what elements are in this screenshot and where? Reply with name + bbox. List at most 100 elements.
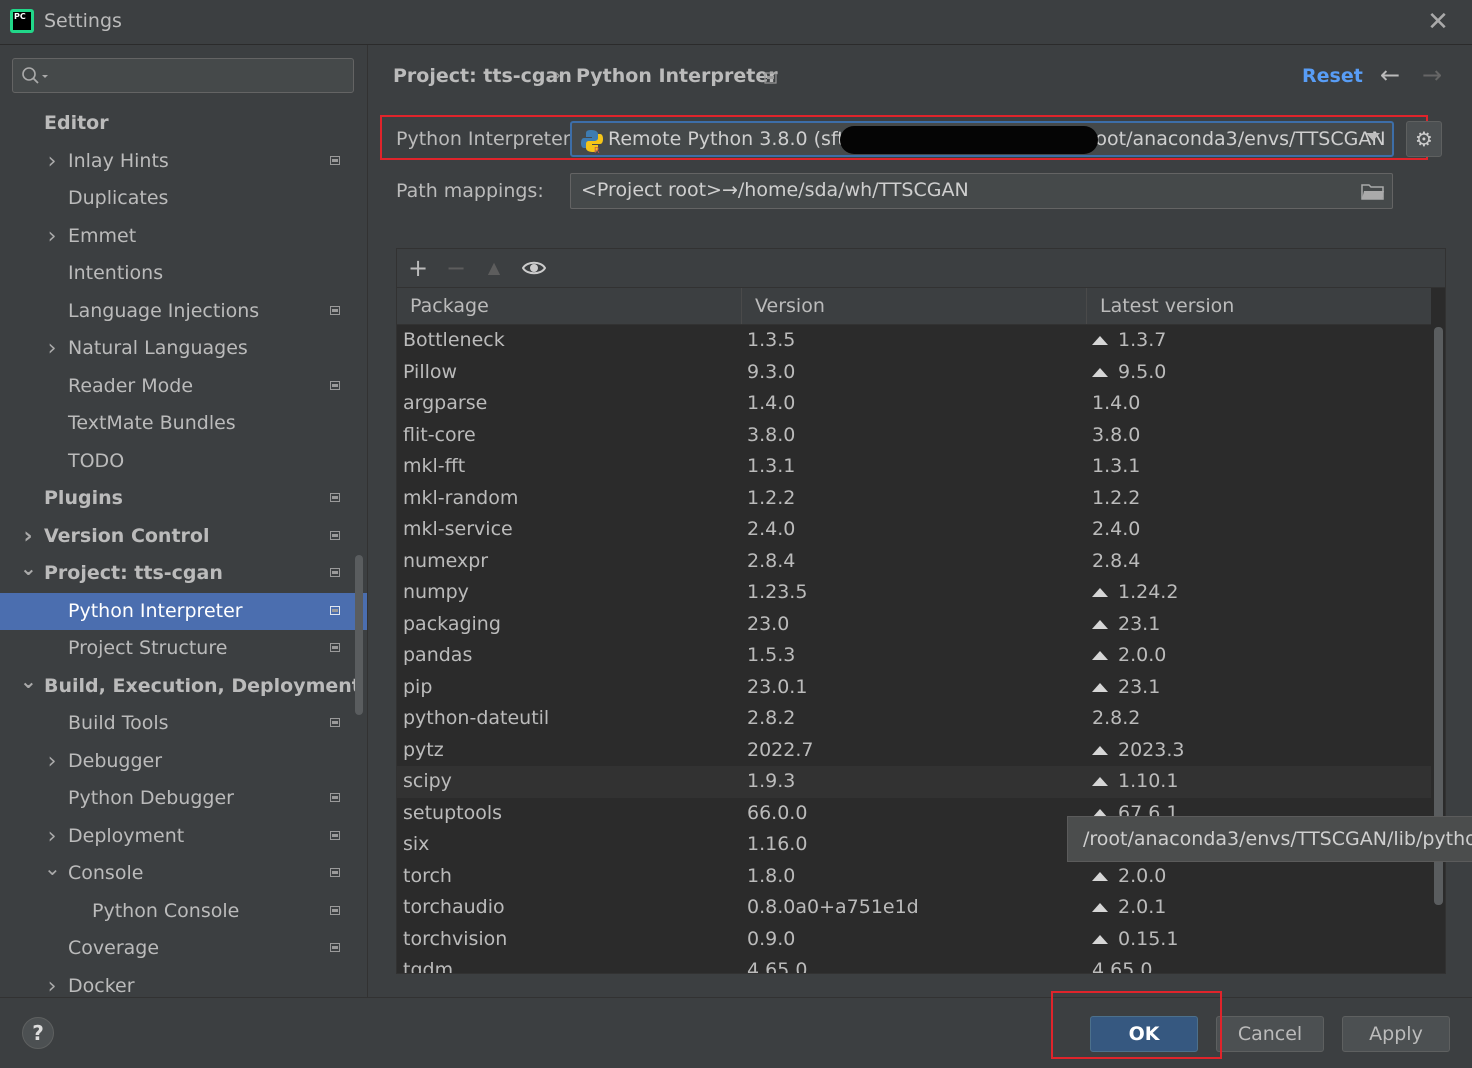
folder-icon[interactable]	[1361, 183, 1385, 201]
sidebar-item[interactable]: Duplicates	[0, 180, 367, 217]
close-icon[interactable]: ✕	[1424, 8, 1452, 36]
sidebar-item[interactable]: ⌄ Project: tts-cgan	[0, 555, 367, 592]
sidebar-item[interactable]: Project Structure	[0, 630, 367, 667]
package-name: numpy	[403, 581, 469, 603]
gear-icon[interactable]: ⚙	[1406, 121, 1442, 157]
package-latest: 1.4.0	[1092, 388, 1140, 420]
sidebar-item[interactable]: Intentions	[0, 255, 367, 292]
table-row[interactable]: flit-core 3.8.0 3.8.0	[397, 420, 1431, 452]
sidebar-item[interactable]: Coverage	[0, 930, 367, 967]
packages-scrollbar[interactable]	[1432, 325, 1445, 973]
package-version: 23.0	[747, 612, 790, 635]
sidebar-item[interactable]: TextMate Bundles	[0, 405, 367, 442]
table-row[interactable]: packaging 23.0 23.1	[397, 609, 1431, 641]
latest-version-text: 1.24.2	[1118, 581, 1179, 603]
package-latest: 23.1	[1092, 672, 1160, 704]
table-row[interactable]: pandas 1.5.3 2.0.0	[397, 640, 1431, 672]
chevron-right-icon[interactable]: ›	[44, 330, 60, 367]
latest-version-text: 2.4.0	[1092, 518, 1141, 540]
breadcrumb-page: Python Interpreter	[576, 65, 778, 87]
table-row[interactable]: Bottleneck 1.3.5 1.3.7	[397, 325, 1431, 357]
table-row[interactable]: mkl-fft 1.3.1 1.3.1	[397, 451, 1431, 483]
chevron-right-icon[interactable]: ›	[20, 518, 36, 555]
breadcrumb-project[interactable]: Project: tts-cgan	[393, 65, 572, 87]
sidebar-item[interactable]: ⌄ Console	[0, 855, 367, 892]
chevron-down-icon[interactable]: ⌄	[20, 555, 37, 592]
apply-button[interactable]: Apply	[1342, 1016, 1450, 1052]
sidebar-item[interactable]: Python Console	[0, 893, 367, 930]
table-row[interactable]: pip 23.0.1 23.1	[397, 672, 1431, 704]
chevron-down-icon[interactable]: ⌄	[44, 855, 61, 892]
window-title: Settings	[44, 10, 122, 32]
table-row[interactable]: mkl-service 2.4.0 2.4.0	[397, 514, 1431, 546]
table-row[interactable]: numpy 1.23.5 1.24.2	[397, 577, 1431, 609]
sidebar-item[interactable]: Plugins	[0, 480, 367, 517]
sidebar-item[interactable]: Editor	[0, 105, 367, 142]
latest-version-text: 4.65.0	[1092, 959, 1153, 974]
sidebar-item[interactable]: › Debugger	[0, 743, 367, 780]
package-latest: 0.15.1	[1092, 924, 1178, 956]
column-header-latest[interactable]: Latest version	[1087, 288, 1431, 324]
package-latest: 2023.3	[1092, 735, 1184, 767]
sidebar-item-label: Project: tts-cgan	[44, 562, 223, 584]
project-scope-icon	[330, 943, 340, 952]
sidebar-item[interactable]: Python Interpreter	[0, 592, 367, 630]
table-row[interactable]: scipy 1.9.3 1.10.1	[397, 766, 1431, 798]
search-input[interactable]	[12, 58, 354, 93]
sidebar-item[interactable]: Build Tools	[0, 705, 367, 742]
forward-arrow-icon[interactable]: →	[1422, 61, 1442, 89]
plus-icon[interactable]: +	[403, 253, 433, 283]
upgrade-available-icon	[1092, 651, 1108, 660]
chevron-right-icon[interactable]: ›	[44, 143, 60, 180]
sidebar-item[interactable]: › Emmet	[0, 218, 367, 255]
table-row[interactable]: mkl-random 1.2.2 1.2.2	[397, 483, 1431, 515]
sidebar-item[interactable]: › Inlay Hints	[0, 143, 367, 180]
cancel-button[interactable]: Cancel	[1216, 1016, 1324, 1052]
minus-icon[interactable]: −	[441, 253, 471, 283]
table-row[interactable]: torch 1.8.0 2.0.0	[397, 861, 1431, 893]
sidebar-item[interactable]: › Deployment	[0, 818, 367, 855]
sidebar-scrollbar[interactable]	[355, 555, 363, 715]
table-row[interactable]: argparse 1.4.0 1.4.0	[397, 388, 1431, 420]
chevron-right-icon[interactable]: ›	[44, 968, 60, 998]
sidebar-item[interactable]: › Version Control	[0, 518, 367, 555]
eye-icon[interactable]	[522, 259, 546, 277]
settings-sidebar: Editor › Inlay Hints Duplicates › Emmet Intent…	[0, 45, 368, 997]
sidebar-item[interactable]: › Docker	[0, 968, 367, 998]
latest-version-text: 23.1	[1118, 675, 1161, 698]
sidebar-item[interactable]: Python Debugger	[0, 780, 367, 817]
chevron-down-icon[interactable]: ⌄	[20, 668, 37, 705]
latest-version-text: 3.8.0	[1092, 423, 1141, 446]
table-row[interactable]: python-dateutil 2.8.2 2.8.2	[397, 703, 1431, 735]
latest-version-text: 0.15.1	[1118, 927, 1179, 950]
upgrade-available-icon	[1092, 903, 1108, 912]
table-row[interactable]: torchvision 0.9.0 0.15.1	[397, 924, 1431, 956]
sidebar-item[interactable]: ⌄ Build, Execution, Deployment	[0, 668, 367, 705]
path-mappings-field[interactable]: <Project root>→/home/sda/wh/TTSCGAN	[570, 173, 1393, 209]
help-icon[interactable]: ?	[22, 1017, 54, 1049]
table-row[interactable]: numexpr 2.8.4 2.8.4	[397, 546, 1431, 578]
table-row[interactable]: Pillow 9.3.0 9.5.0	[397, 357, 1431, 389]
sidebar-item[interactable]: TODO	[0, 443, 367, 480]
sidebar-item-label: Language Injections	[68, 299, 260, 322]
chevron-right-icon[interactable]: ›	[44, 218, 60, 255]
chevron-right-icon[interactable]: ›	[44, 743, 60, 780]
sidebar-item-label: Inlay Hints	[68, 149, 169, 172]
package-version: 2022.7	[747, 738, 814, 761]
upgrade-icon[interactable]: ▲	[479, 253, 509, 283]
table-row[interactable]: torchaudio 0.8.0a0+a751e1d 2.0.1	[397, 892, 1431, 924]
sidebar-item[interactable]: Reader Mode	[0, 368, 367, 405]
reset-link[interactable]: Reset	[1302, 65, 1363, 87]
table-row[interactable]: pytz 2022.7 2023.3	[397, 735, 1431, 767]
table-row[interactable]: tqdm 4.65.0 4.65.0	[397, 955, 1431, 974]
back-arrow-icon[interactable]: ←	[1380, 61, 1400, 89]
chevron-right-icon[interactable]: ›	[44, 818, 60, 855]
sidebar-item[interactable]: › Natural Languages	[0, 330, 367, 367]
column-header-package[interactable]: Package	[397, 288, 742, 324]
dropdown-arrow-icon[interactable]	[1366, 133, 1380, 141]
sidebar-item[interactable]: Language Injections	[0, 293, 367, 330]
interpreter-dropdown[interactable]: R Remote Python 3.8.0 (sftp:// root/anaco…	[570, 121, 1394, 157]
package-latest: 1.2.2	[1092, 483, 1140, 515]
column-header-version[interactable]: Version	[742, 288, 1087, 324]
package-name: Pillow	[403, 360, 458, 383]
